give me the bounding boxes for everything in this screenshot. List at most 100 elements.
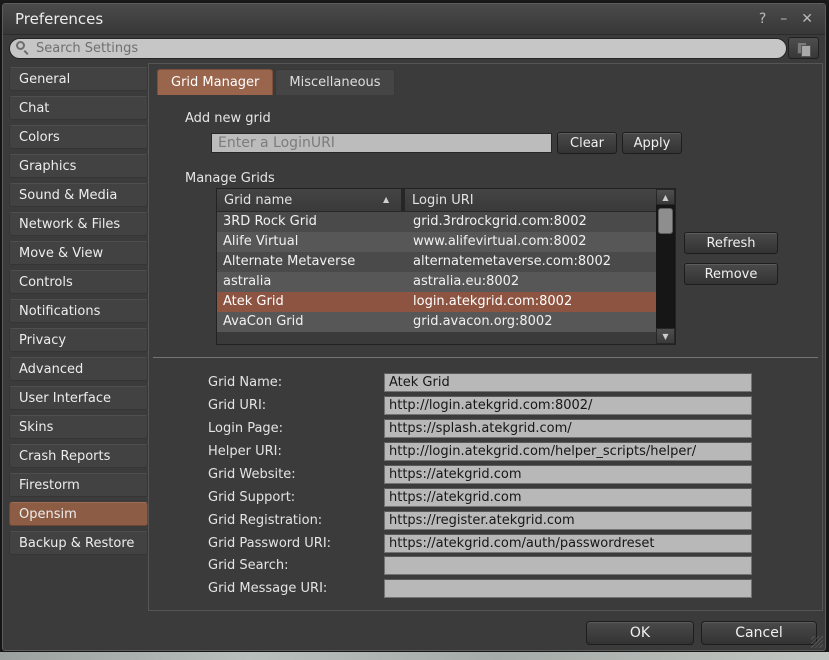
table-row[interactable]: Alife Virtual www.alifevirtual.com:8002 <box>217 232 656 252</box>
sidebar-item-label: Colors <box>19 130 60 145</box>
sidebar-item-label: Notifications <box>19 304 100 319</box>
sidebar-item[interactable]: Skins <box>9 415 148 439</box>
clear-button[interactable]: Clear <box>557 132 617 154</box>
title-bar[interactable]: Preferences ? – ✕ <box>3 4 825 35</box>
ok-button[interactable]: OK <box>586 621 694 645</box>
sort-ascending-icon: ▲ <box>383 195 389 204</box>
sidebar-item[interactable]: Graphics <box>9 154 148 178</box>
login-uri-cell: www.alifevirtual.com:8002 <box>413 234 587 249</box>
table-header: Grid name ▲ Login URI <box>217 189 656 212</box>
sidebar-item[interactable]: Move & View <box>9 241 148 265</box>
search-row <box>9 37 819 60</box>
login-uri-cell: grid.3rdrockgrid.com:8002 <box>413 214 587 229</box>
field-label: Grid Password URI: <box>208 536 331 551</box>
form-row: Grid Search: <box>149 556 822 576</box>
grid-name-cell: 3RD Rock Grid <box>223 214 317 229</box>
field-label: Grid Support: <box>208 490 295 505</box>
grid-name-cell: Alternate Metaverse <box>223 254 355 269</box>
pages-icon <box>797 42 810 55</box>
scroll-up-icon[interactable]: ▲ <box>656 189 675 205</box>
sidebar-item-label: Opensim <box>19 507 77 522</box>
help-icon[interactable]: ? <box>759 12 766 26</box>
sidebar-item[interactable]: Notifications <box>9 299 148 323</box>
table-row[interactable]: 3RD Rock Grid grid.3rdrockgrid.com:8002 <box>217 212 656 232</box>
form-row: Helper URI: <box>149 442 822 462</box>
sidebar-item[interactable]: Opensim <box>9 502 148 526</box>
tab-bar: Grid Manager Miscellaneous <box>157 69 395 95</box>
table-row[interactable]: AvaCon Grid grid.avacon.org:8002 <box>217 312 656 332</box>
resize-grip[interactable] <box>811 636 823 648</box>
field-label: Helper URI: <box>208 444 282 459</box>
field-input[interactable] <box>384 396 752 415</box>
grid-name-cell: Alife Virtual <box>223 234 298 249</box>
sidebar-item[interactable]: Chat <box>9 96 148 120</box>
sidebar-item-label: User Interface <box>19 391 111 406</box>
loginuri-input[interactable] <box>211 133 552 153</box>
cancel-button[interactable]: Cancel <box>701 621 817 645</box>
field-input[interactable] <box>384 488 752 507</box>
preferences-window: Preferences ? – ✕ General Chat Colors Gr… <box>2 3 826 651</box>
sidebar-item[interactable]: Colors <box>9 125 148 149</box>
desktop-edge <box>0 652 829 660</box>
sidebar-item[interactable]: Sound & Media <box>9 183 148 207</box>
search-input[interactable] <box>9 38 787 59</box>
form-row: Grid Website: <box>149 465 822 485</box>
sidebar-item[interactable]: Network & Files <box>9 212 148 236</box>
refresh-button[interactable]: Refresh <box>684 232 778 254</box>
sidebar-item[interactable]: Firestorm <box>9 473 148 497</box>
window-controls: ? – ✕ <box>759 12 813 26</box>
close-icon[interactable]: ✕ <box>801 12 813 26</box>
copy-settings-button[interactable] <box>788 37 819 59</box>
field-input[interactable] <box>384 534 752 553</box>
field-input[interactable] <box>384 465 752 484</box>
sidebar-item[interactable]: Crash Reports <box>9 444 148 468</box>
field-input[interactable] <box>384 579 752 598</box>
field-input[interactable] <box>384 442 752 461</box>
field-input[interactable] <box>384 556 752 575</box>
field-input[interactable] <box>384 419 752 438</box>
sidebar-item[interactable]: Backup & Restore <box>9 531 148 555</box>
sidebar-item-label: Crash Reports <box>19 449 110 464</box>
apply-button[interactable]: Apply <box>622 132 682 154</box>
table-scrollbar[interactable]: ▲ ▼ <box>656 189 675 344</box>
login-uri-cell: alternatemetaverse.com:8002 <box>413 254 611 269</box>
sidebar-item-label: General <box>19 72 70 87</box>
content-panel: Grid Manager Miscellaneous Add new grid … <box>148 63 823 611</box>
sidebar-item-label: Skins <box>19 420 53 435</box>
sidebar-item-label: Firestorm <box>19 478 80 493</box>
tab[interactable]: Grid Manager <box>157 69 273 95</box>
sidebar-item[interactable]: General <box>9 67 148 91</box>
form-row: Grid URI: <box>149 396 822 416</box>
field-input[interactable] <box>384 373 752 392</box>
window-title: Preferences <box>15 10 103 28</box>
form-row: Login Page: <box>149 419 822 439</box>
field-label: Grid Message URI: <box>208 581 327 596</box>
sidebar-item[interactable]: Advanced <box>9 357 148 381</box>
sidebar-item-label: Controls <box>19 275 73 290</box>
tab[interactable]: Miscellaneous <box>275 69 394 95</box>
sidebar-item-label: Privacy <box>19 333 66 348</box>
field-input[interactable] <box>384 511 752 530</box>
add-new-grid-label: Add new grid <box>185 111 271 126</box>
sidebar-item[interactable]: Privacy <box>9 328 148 352</box>
scroll-down-icon[interactable]: ▼ <box>656 328 675 344</box>
sidebar-item[interactable]: User Interface <box>9 386 148 410</box>
grid-name-cell: astralia <box>223 274 271 289</box>
sidebar-item-label: Network & Files <box>19 217 120 232</box>
sidebar-item[interactable]: Controls <box>9 270 148 294</box>
grid-name-cell: Atek Grid <box>223 294 284 309</box>
scrollbar-thumb[interactable] <box>658 208 673 234</box>
minimize-icon[interactable]: – <box>780 12 787 26</box>
sidebar-item-label: Graphics <box>19 159 76 174</box>
field-label: Login Page: <box>208 421 283 436</box>
column-header-grid-name[interactable]: Grid name ▲ <box>217 189 401 211</box>
remove-button[interactable]: Remove <box>684 263 778 285</box>
grids-table: Grid name ▲ Login URI 3RD Rock Grid grid… <box>216 188 676 345</box>
table-row[interactable]: Alternate Metaverse alternatemetaverse.c… <box>217 252 656 272</box>
form-row: Grid Password URI: <box>149 534 822 554</box>
table-row[interactable]: astralia astralia.eu:8002 <box>217 272 656 292</box>
column-header-login-uri[interactable]: Login URI <box>405 189 656 211</box>
search-icon <box>16 41 25 50</box>
grid-name-cell: AvaCon Grid <box>223 314 303 329</box>
table-row[interactable]: Atek Grid login.atekgrid.com:8002 <box>217 292 656 312</box>
